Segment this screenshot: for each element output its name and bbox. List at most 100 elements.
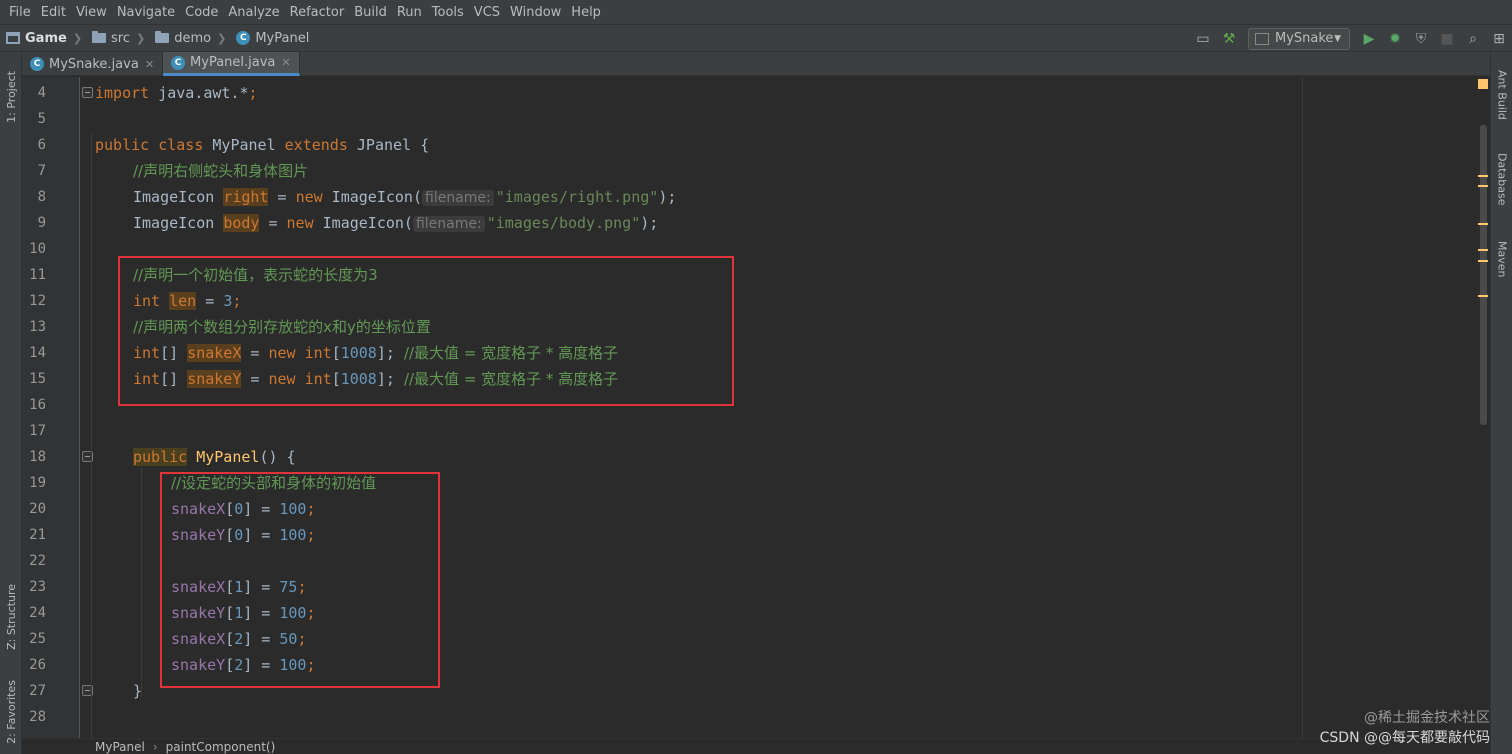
menu-tools[interactable]: Tools [427, 5, 469, 20]
line-number: 27 [29, 683, 46, 699]
fold-marker-icon[interactable] [82, 87, 93, 98]
menu-vcs[interactable]: VCS [469, 5, 505, 20]
line-number: 24 [29, 605, 46, 621]
warning-stripe[interactable] [1478, 249, 1488, 251]
stop-icon[interactable]: ■ [1434, 27, 1460, 51]
warning-stripe[interactable] [1478, 175, 1488, 177]
menu-edit[interactable]: Edit [36, 5, 71, 20]
parameter-hint: filename: [422, 190, 494, 206]
warning-stripe[interactable] [1478, 185, 1488, 187]
tool-window-favorites-label: 2: Favorites [4, 680, 18, 744]
breadcrumb-class-label: MyPanel [255, 30, 310, 46]
layout-icon[interactable]: ▭ [1190, 27, 1216, 51]
debug-icon[interactable]: ✹ [1382, 27, 1408, 51]
run-icon[interactable]: ▶ [1356, 27, 1382, 51]
breadcrumb-src-label: src [111, 30, 131, 46]
tool-window-maven[interactable]: Maven [1491, 232, 1512, 287]
translate-icon[interactable]: ⊞ [1486, 27, 1512, 51]
tool-window-project[interactable]: 1: Project [0, 62, 22, 132]
tool-window-ant-build-label: Ant Build [1495, 70, 1509, 120]
tool-window-maven-label: Maven [1495, 241, 1509, 278]
code-breadcrumb: MyPanel › paintComponent() [22, 738, 1490, 754]
close-icon[interactable]: ✕ [145, 58, 154, 71]
code-area[interactable]: import java.awt.*; public class MyPanel … [91, 77, 1490, 738]
tool-window-favorites[interactable]: 2: Favorites [0, 677, 22, 747]
menu-refactor[interactable]: Refactor [285, 5, 350, 20]
breadcrumb-method-name[interactable]: paintComponent() [166, 740, 276, 754]
chevron-right-icon: ❯ [136, 31, 146, 45]
right-margin-guide [1302, 77, 1303, 738]
tool-window-database[interactable]: Database [1491, 147, 1512, 212]
build-hammer-icon[interactable]: ⚒ [1216, 27, 1242, 51]
tool-window-database-label: Database [1495, 153, 1509, 206]
menu-help[interactable]: Help [566, 5, 606, 20]
run-configuration-dropdown[interactable]: MySnake ▼ [1248, 27, 1350, 50]
line-number: 20 [29, 501, 46, 517]
tool-window-ant-build[interactable]: Ant Build [1491, 60, 1512, 130]
warning-icon[interactable] [1478, 79, 1488, 89]
menu-code[interactable]: Code [180, 5, 223, 20]
editor-tab-bar: C MySnake.java ✕ C MyPanel.java ✕ [22, 52, 1490, 76]
breadcrumb-package[interactable]: demo ❯ [149, 31, 230, 46]
editor-scrollbar[interactable] [1476, 77, 1490, 738]
close-icon[interactable]: ✕ [281, 56, 290, 69]
line-number: 13 [29, 319, 46, 335]
line-number-gutter: 4 5 6 7 8 9 10 11 12 13 14 15 16 17 18 1… [22, 77, 93, 738]
watermark-line-2: CSDN @@每天都要敲代码 [1319, 730, 1490, 746]
line-number: 7 [37, 163, 46, 179]
warning-stripe[interactable] [1478, 223, 1488, 225]
search-icon[interactable]: ⌕ [1460, 27, 1486, 51]
line-number: 12 [29, 293, 46, 309]
module-icon [6, 32, 20, 44]
warning-stripe[interactable] [1478, 260, 1488, 262]
line-number: 8 [37, 189, 46, 205]
code-line-9: ImageIcon body = new ImageIcon(filename:… [133, 214, 659, 232]
chevron-right-icon: › [152, 739, 158, 754]
breadcrumb-project-label: Game [25, 30, 67, 46]
line-number: 14 [29, 345, 46, 361]
code-line-7: //声明右侧蛇头和身体图片 [133, 162, 309, 180]
menu-analyze[interactable]: Analyze [223, 5, 284, 20]
menu-file[interactable]: File [4, 5, 36, 20]
code-line-8: ImageIcon right = new ImageIcon(filename… [133, 188, 677, 206]
tab-mysnake-java[interactable]: C MySnake.java ✕ [22, 52, 164, 76]
tool-window-structure[interactable]: Z: Structure [0, 577, 22, 657]
menu-view[interactable]: View [71, 5, 112, 20]
coverage-icon[interactable]: ⛨ [1408, 27, 1434, 51]
scrollbar-thumb[interactable] [1480, 125, 1487, 425]
line-number: 11 [29, 267, 46, 283]
menu-window[interactable]: Window [505, 5, 566, 20]
line-number: 16 [29, 397, 46, 413]
line-number: 28 [29, 709, 46, 725]
warning-stripe[interactable] [1478, 295, 1488, 297]
breadcrumb-project[interactable]: Game ❯ [0, 31, 86, 46]
tab-label: MyPanel.java [190, 55, 276, 70]
code-line-18: public MyPanel() { [133, 448, 296, 466]
code-editor[interactable]: 4 5 6 7 8 9 10 11 12 13 14 15 16 17 18 1… [22, 77, 1490, 738]
chevron-right-icon: ❯ [217, 31, 227, 45]
breadcrumb-src[interactable]: src ❯ [86, 31, 149, 46]
parameter-hint: filename: [412, 216, 485, 232]
package-icon [155, 31, 170, 43]
chevron-down-icon: ▼ [1334, 33, 1341, 44]
line-number: 21 [29, 527, 46, 543]
tab-label: MySnake.java [49, 56, 139, 72]
run-configuration-label: MySnake [1275, 31, 1334, 46]
code-line-27: } [133, 682, 143, 700]
code-line-6: public class MyPanel extends JPanel { [95, 136, 430, 154]
line-number: 25 [29, 631, 46, 647]
menu-run[interactable]: Run [392, 5, 427, 20]
breadcrumb-class[interactable]: C MyPanel [230, 31, 313, 46]
breadcrumb-class-name[interactable]: MyPanel [95, 740, 145, 754]
menu-build[interactable]: Build [349, 5, 392, 20]
line-number: 10 [29, 241, 46, 257]
line-number: 15 [29, 371, 46, 387]
watermark-line-1: @稀土掘金技术社区 [1364, 710, 1490, 726]
menu-navigate[interactable]: Navigate [112, 5, 180, 20]
main-toolbar: ▭ ⚒ MySnake ▼ ▶ ✹ ⛨ ■ ⌕ ⊞ [1190, 25, 1512, 52]
breadcrumb-package-label: demo [174, 30, 212, 46]
tab-mypanel-java[interactable]: C MyPanel.java ✕ [163, 52, 300, 76]
folder-icon [92, 31, 107, 43]
line-number: 9 [37, 215, 46, 231]
class-icon: C [171, 55, 186, 70]
